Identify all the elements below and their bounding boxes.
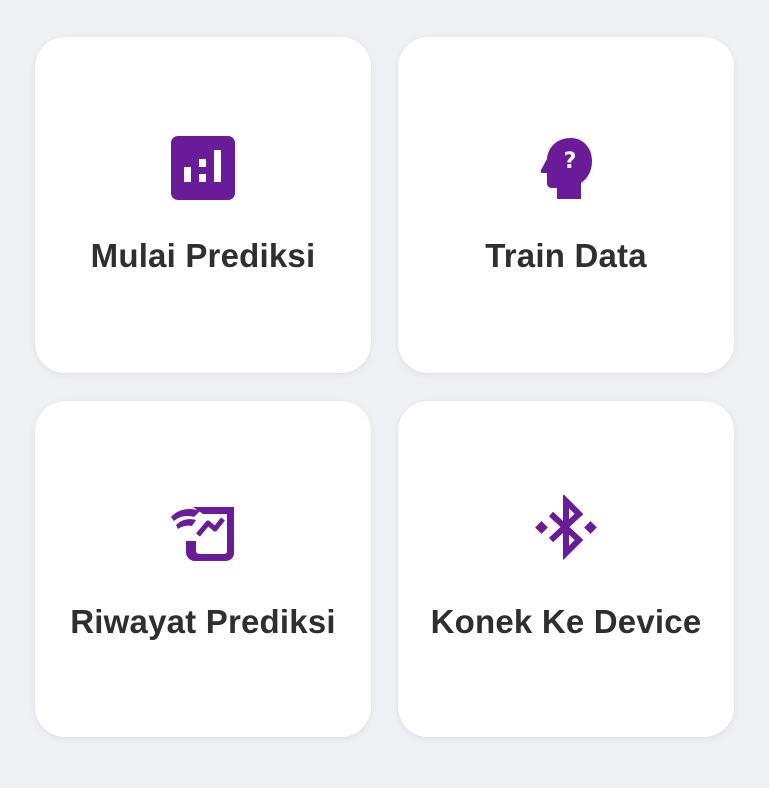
menu-card-konek-ke-device[interactable]: Konek Ke Device [398,401,734,737]
head-question-icon: ? [531,133,601,203]
bluetooth-connect-icon [531,495,601,565]
bar-chart-icon [168,133,238,203]
menu-card-label: Konek Ke Device [430,603,702,640]
menu-card-label: Riwayat Prediksi [70,603,336,640]
menu-card-riwayat-prediksi[interactable]: Riwayat Prediksi [35,401,371,737]
menu-card-mulai-prediksi[interactable]: Mulai Prediksi [35,37,371,373]
history-scroll-icon [168,495,238,565]
svg-text:?: ? [564,149,577,174]
menu-card-label: Train Data [485,237,647,274]
menu-card-label: Mulai Prediksi [90,237,316,274]
menu-card-train-data[interactable]: ? Train Data [398,37,734,373]
